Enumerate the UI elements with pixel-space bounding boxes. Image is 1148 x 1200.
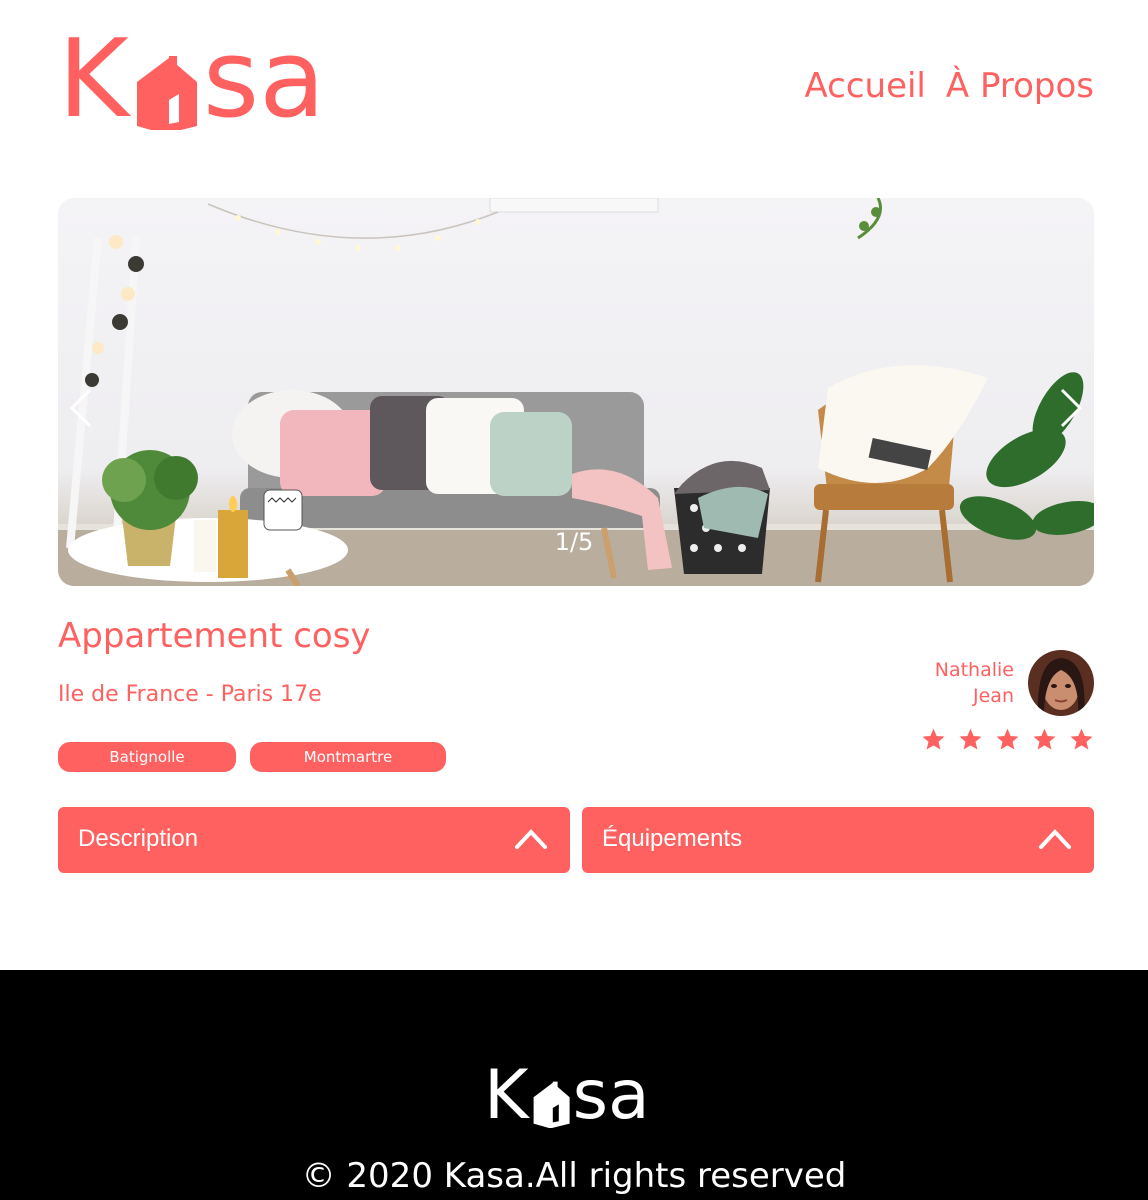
nav-link-accueil[interactable]: Accueil [804, 66, 925, 106]
footer: K s a © 2020 Kasa.All rights reserved [0, 970, 1148, 1200]
kasa-logo[interactable]: K s a [58, 17, 326, 142]
description-collapse[interactable]: Description [58, 807, 570, 873]
house-icon [533, 1081, 570, 1128]
house-icon [136, 56, 197, 130]
logo-letter-s: s [572, 1056, 609, 1135]
star-icon [922, 728, 945, 750]
chevron-left-icon[interactable] [66, 386, 96, 430]
host-last-name: Jean [973, 685, 1014, 707]
tag-list: Batignolle Montmartre [58, 742, 446, 772]
header: K s a Accueil À Propos [58, 17, 1094, 142]
host-rating [921, 727, 1094, 752]
chevron-right-icon[interactable] [1056, 386, 1086, 430]
host-name: Nathalie Jean [935, 657, 1014, 709]
nav-link-a-propos[interactable]: À Propos [946, 66, 1094, 106]
tag: Batignolle [58, 742, 236, 772]
tag: Montmartre [250, 742, 446, 772]
logo-letter-a: a [259, 17, 326, 142]
logo-letter-a: a [608, 1056, 650, 1135]
logo-letter-s: s [202, 17, 260, 142]
main-nav: Accueil À Propos [804, 66, 1094, 106]
logo-letter-k: K [58, 17, 129, 142]
host-info: Nathalie Jean [935, 650, 1094, 716]
collapse-label: Description [78, 825, 199, 852]
footer-kasa-logo: K s a [484, 1056, 650, 1135]
gallery-counter: 1/5 [554, 528, 594, 556]
chevron-up-icon[interactable] [1038, 827, 1072, 851]
host-first-name: Nathalie [934, 659, 1014, 681]
listing-location: Ile de France - Paris 17e [58, 682, 322, 707]
chevron-up-icon[interactable] [514, 827, 548, 851]
logo-letter-k: K [484, 1056, 529, 1135]
star-icon [959, 728, 982, 750]
avatar [1028, 650, 1094, 716]
star-icon [1033, 728, 1056, 750]
collapse-label: Équipements [602, 825, 743, 852]
equipements-collapse[interactable]: Équipements [582, 807, 1094, 873]
star-icon [996, 728, 1019, 750]
copyright-text: © 2020 Kasa.All rights reserved [301, 1156, 847, 1196]
star-icon [1070, 728, 1093, 750]
listing-title: Appartement cosy [58, 616, 371, 656]
